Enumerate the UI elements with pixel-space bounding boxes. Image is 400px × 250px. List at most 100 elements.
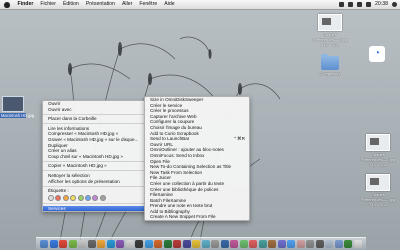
menu-separator [43, 170, 151, 172]
services-menu-item-label: Create A New Snippet From File [150, 214, 216, 220]
dock-app-icon[interactable] [201, 240, 210, 248]
dock-app-icon[interactable] [277, 240, 286, 248]
context-menu-item[interactable]: Copier « Macintosh HD.jpg » [43, 163, 151, 169]
dock-app-icon[interactable] [353, 240, 362, 248]
dock-app-icon[interactable] [287, 240, 295, 248]
context-menu-item-label: Services [48, 205, 66, 211]
context-menu-item-label: Compresser « Macintosh HD.jpg » [48, 131, 119, 137]
dock-app-icon[interactable] [87, 240, 96, 248]
context-menu-item[interactable]: Placer dans la Corbeille [43, 116, 151, 122]
label-color-swatch[interactable] [84, 194, 91, 201]
menu-presentation[interactable]: Présentation [82, 0, 118, 9]
dock-icons [40, 240, 362, 248]
menu-edition[interactable]: Édition [59, 0, 82, 9]
dock-app-icon[interactable] [144, 240, 153, 248]
desktop-file-screenshot[interactable]: Shades Preferences—2.jpg 749 × 502 [360, 174, 396, 207]
dock-app-icon[interactable] [59, 240, 67, 248]
services-menu-item[interactable]: Create A New Snippet From File [145, 214, 249, 220]
context-menu-item-label: Créer un alias [48, 148, 77, 154]
context-menu-item-label: Placer dans la Corbeille [48, 116, 97, 122]
services-menu-item-label: Créer une collection à partir du texte [150, 180, 225, 186]
menu-clock[interactable]: 20:38 [375, 0, 388, 9]
dock-app-icon[interactable] [325, 240, 333, 248]
dock-app-icon[interactable] [154, 240, 162, 248]
services-menu-item-label: Créer une bibliothèque de polices [150, 186, 219, 192]
image-file-icon [2, 96, 24, 112]
label-color-swatch[interactable] [62, 194, 69, 201]
dock-app-icon[interactable] [230, 240, 238, 248]
label-color-swatch[interactable] [70, 194, 77, 201]
label-color-swatch[interactable] [77, 194, 84, 201]
context-menu-item[interactable]: Afficher les options de présentation [43, 179, 151, 185]
dock-app-icon[interactable] [182, 240, 191, 248]
services-menu-item-label: New Task From Selection [150, 169, 202, 175]
context-menu-item[interactable]: Étiquette : [43, 188, 151, 194]
context-menu-item[interactable]: Services▶ [43, 205, 151, 212]
context-menu-item[interactable]: Ouvrir avec▶ [43, 107, 151, 113]
dock-app-icon[interactable] [315, 240, 324, 248]
context-menu-item[interactable]: Coup d'œil sur « Macintosh HD.jpg » [43, 154, 151, 160]
dock-app-icon[interactable] [106, 240, 115, 248]
dock-app-icon[interactable] [116, 240, 124, 248]
menu-aller[interactable]: Aller [118, 0, 135, 9]
volume-icon[interactable] [366, 2, 372, 7]
context-menu-item-label: Ouvrir [48, 101, 61, 106]
dock-app-icon[interactable] [97, 240, 105, 248]
desktop-file-label: Shades Preferences—2.jpg 749 × 502 [360, 192, 396, 207]
services-menu-item-label: OmniOutliner : ajouter au bloc-notes [150, 147, 224, 153]
services-menu-item-label: Créer le service [150, 102, 183, 108]
label-color-swatch[interactable] [99, 194, 106, 201]
label-color-swatch[interactable] [55, 194, 62, 201]
menu-separator [43, 160, 151, 162]
desktop-file-screenshot[interactable]: Shades Preferences—1.jpg 646 × 502 [312, 14, 348, 47]
dock-app-icon[interactable] [78, 240, 86, 248]
dock-app-icon[interactable] [306, 240, 314, 248]
desktop-wifi-item[interactable]: ◔ [360, 46, 394, 63]
status-icon[interactable] [357, 2, 363, 7]
menu-aide[interactable]: Aide [161, 0, 178, 9]
desktop-file-screenshot[interactable]: Shades Preferences—1.jpg 749 × 502 [360, 134, 396, 167]
label-color-swatch[interactable] [92, 194, 99, 201]
image-file-icon [318, 14, 342, 31]
dock-app-icon[interactable] [163, 240, 172, 248]
services-menu-item-label: Configurer la coupure [150, 119, 195, 125]
dock-app-icon[interactable] [125, 240, 134, 248]
status-icon[interactable] [339, 2, 345, 7]
apple-icon[interactable] [4, 1, 10, 8]
context-menu-item-label: Graver « Macintosh HD.jpg » sur le disqu… [48, 136, 139, 142]
dock-app-icon[interactable] [249, 240, 257, 248]
context-menu-item-label: Ouvrir avec [48, 106, 72, 112]
desktop-folder[interactable]: Compulsory [313, 54, 347, 76]
dock-app-icon[interactable] [68, 240, 77, 248]
menu-fenetre[interactable]: Fenêtre [136, 0, 161, 9]
menu-separator [43, 203, 151, 205]
status-icon[interactable] [348, 2, 354, 7]
services-menu-item-label: FileXamine [150, 192, 173, 198]
dock-app-icon[interactable] [334, 240, 343, 248]
services-menu-item-label: Open File [150, 158, 170, 164]
menu-finder[interactable]: Finder [14, 0, 37, 9]
dock-app-icon[interactable] [268, 240, 276, 248]
selected-desktop-file[interactable]: Macintosh HD.jpg [0, 96, 34, 118]
dock-app-icon[interactable] [49, 240, 58, 248]
wifi-icon: ◔ [369, 46, 385, 62]
dock-app-icon[interactable] [344, 240, 352, 248]
menu-fichier[interactable]: Fichier [37, 0, 60, 9]
dock-app-icon[interactable] [296, 240, 305, 248]
dock-app-icon[interactable] [211, 240, 219, 248]
dock-app-icon[interactable] [135, 240, 143, 248]
image-file-icon [366, 174, 390, 191]
dock-app-icon[interactable] [258, 240, 267, 248]
dock-app-icon[interactable] [192, 240, 200, 248]
dock-app-icon[interactable] [239, 240, 248, 248]
spotlight-icon[interactable] [392, 2, 397, 7]
context-menu-item-label: Étiquette : [48, 188, 69, 194]
dock-app-icon[interactable] [40, 240, 48, 248]
menu-separator [43, 123, 151, 125]
services-menu-item-label: Capturer l'archive Web [150, 113, 197, 119]
services-menu-item-label: Ouvrir URL [150, 141, 173, 147]
label-color-swatch[interactable] [48, 194, 54, 201]
dock-app-icon[interactable] [173, 240, 181, 248]
dock-app-icon[interactable] [220, 240, 229, 248]
desktop-folder-label: Compulsory [319, 71, 341, 76]
